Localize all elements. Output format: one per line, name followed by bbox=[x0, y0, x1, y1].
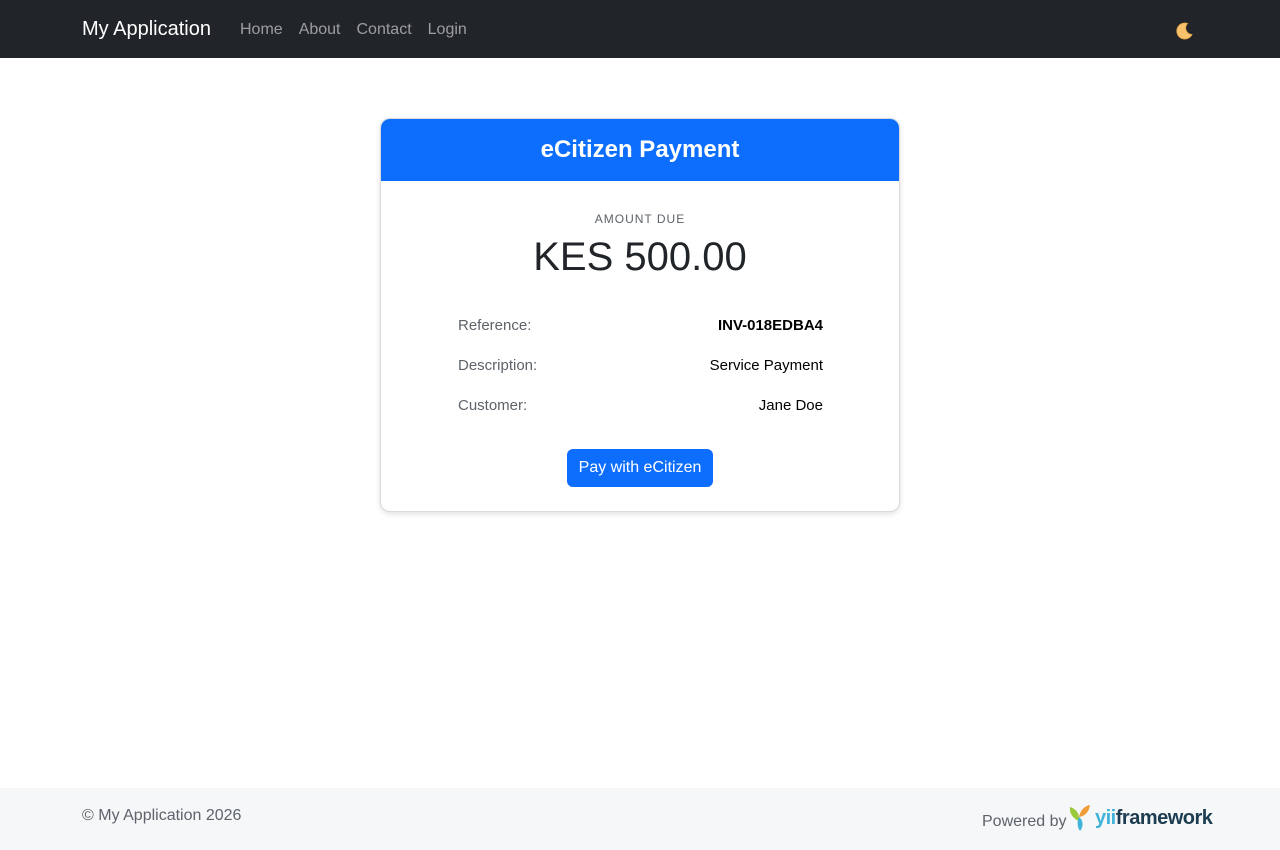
navbar: My Application Home About Contact Login bbox=[0, 0, 1280, 58]
nav-contact-link[interactable]: Contact bbox=[357, 19, 412, 41]
description-label: Description: bbox=[458, 357, 538, 374]
amount-due-value: KES 500.00 bbox=[533, 235, 747, 279]
nav-links: Home About Contact Login bbox=[240, 19, 467, 41]
customer-value: Jane Doe bbox=[758, 397, 823, 414]
nav-login-link[interactable]: Login bbox=[428, 19, 467, 41]
amount-due-label: AMOUNT DUE bbox=[594, 212, 686, 226]
footer: © My Application 2026 Powered by yiifram… bbox=[0, 788, 1280, 850]
yii-leaf-icon bbox=[1069, 805, 1090, 831]
description-row: Description: Service Payment bbox=[458, 357, 823, 374]
yii-framework-logo[interactable]: yiiframework bbox=[1067, 803, 1213, 833]
customer-row: Customer: Jane Doe bbox=[458, 397, 823, 414]
reference-value: INV-018EDBA4 bbox=[717, 317, 823, 334]
moon-icon[interactable] bbox=[1172, 19, 1196, 43]
pay-with-ecitizen-button[interactable]: Pay with eCitizen bbox=[567, 449, 713, 487]
description-value: Service Payment bbox=[709, 357, 823, 374]
yii-logo-text: yiiframework bbox=[1095, 806, 1213, 829]
powered-by-text: Powered by bbox=[982, 813, 1067, 830]
copyright-text: © My Application 2026 bbox=[82, 807, 242, 824]
nav-home-link[interactable]: Home bbox=[240, 19, 283, 41]
reference-row: Reference: INV-018EDBA4 bbox=[458, 317, 823, 334]
payment-card: eCitizen Payment AMOUNT DUE KES 500.00 R… bbox=[380, 118, 900, 512]
reference-label: Reference: bbox=[458, 317, 532, 334]
brand-link[interactable]: My Application bbox=[82, 16, 211, 42]
customer-label: Customer: bbox=[458, 397, 528, 414]
nav-about-link[interactable]: About bbox=[299, 19, 341, 41]
card-title: eCitizen Payment bbox=[381, 119, 899, 181]
